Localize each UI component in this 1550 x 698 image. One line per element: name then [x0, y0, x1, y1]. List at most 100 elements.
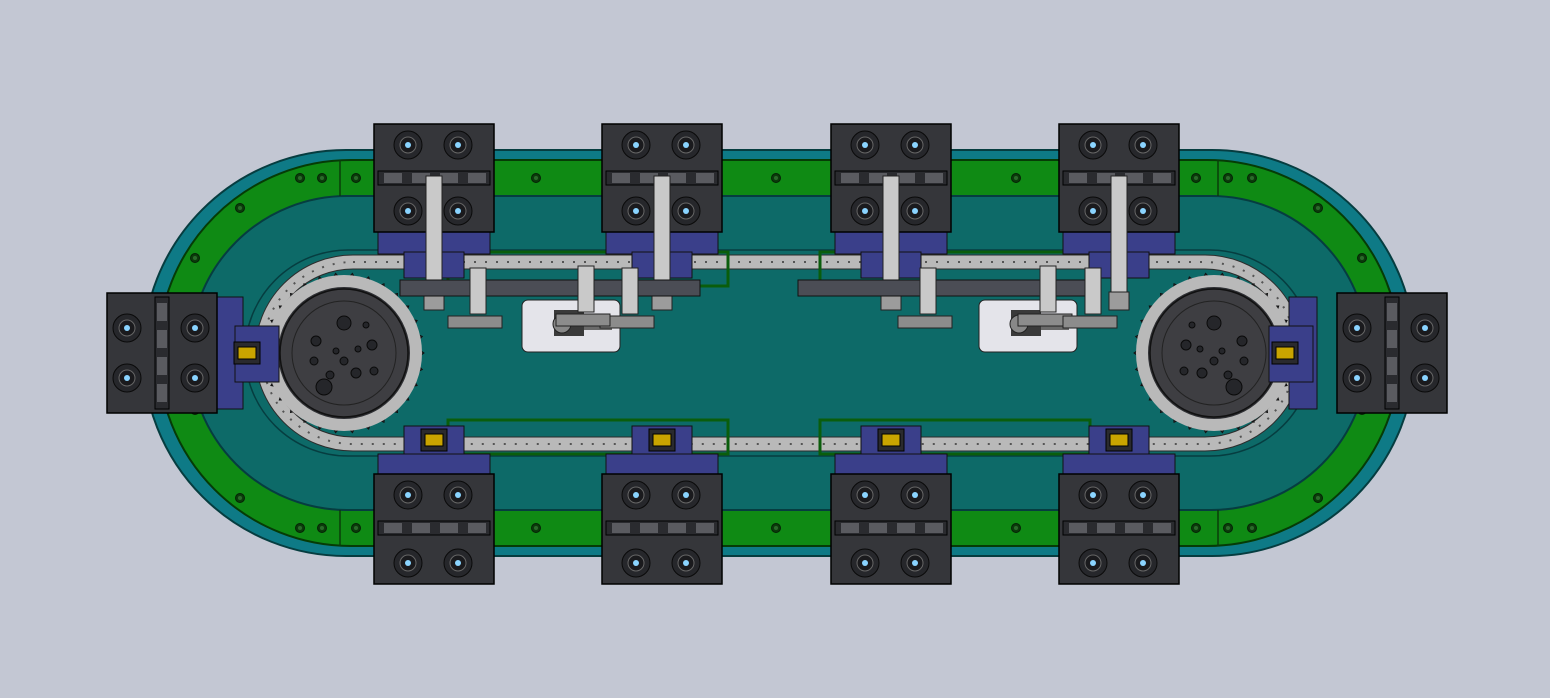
- sprocket-hole: [1236, 335, 1248, 347]
- bolt-icon-center: [353, 175, 359, 181]
- sprocket-hole: [332, 347, 340, 355]
- bracket-base: [1062, 315, 1118, 329]
- bolt-icon-center: [319, 175, 325, 181]
- slot-segment: [468, 523, 486, 533]
- roller-center: [192, 375, 198, 381]
- roller-center: [862, 560, 868, 566]
- sprocket-hole: [315, 378, 333, 396]
- sprocket-hole: [1188, 321, 1196, 329]
- sprocket-hole: [354, 345, 362, 353]
- end-slot-segment: [1387, 330, 1397, 348]
- slot-segment: [1069, 173, 1087, 183]
- roller-center: [912, 208, 918, 214]
- roller-center: [912, 492, 918, 498]
- roller-center: [124, 325, 130, 331]
- clamp-bracket: [237, 346, 257, 360]
- end-slot-segment: [1387, 303, 1397, 321]
- slot-segment: [612, 523, 630, 533]
- slot-segment: [668, 173, 686, 183]
- bolt-icon-center: [1249, 175, 1255, 181]
- sprocket-hole: [310, 335, 322, 347]
- roller-center: [1140, 560, 1146, 566]
- carriage-mount: [605, 453, 719, 475]
- roller-center: [862, 492, 868, 498]
- roller-center: [405, 560, 411, 566]
- slot-segment: [1125, 173, 1143, 183]
- bolt-icon-center: [237, 495, 243, 501]
- slot-segment: [925, 523, 943, 533]
- end-slot-segment: [1387, 384, 1397, 402]
- bracket-post: [1039, 265, 1057, 313]
- carriage-mount: [377, 453, 491, 475]
- bolt-icon-center: [1315, 205, 1321, 211]
- slot-segment: [384, 173, 402, 183]
- roller-center: [405, 142, 411, 148]
- roller-center: [1140, 142, 1146, 148]
- roller-center: [1090, 492, 1096, 498]
- roller-center: [912, 560, 918, 566]
- roller-center: [912, 142, 918, 148]
- bracket-post: [469, 267, 487, 315]
- roller-center: [1422, 375, 1428, 381]
- end-slot-segment: [157, 330, 167, 348]
- sprocket-hole: [366, 339, 378, 351]
- slot-segment: [440, 173, 458, 183]
- cross-bar-body: [399, 279, 701, 297]
- clamp-bracket: [1275, 346, 1295, 360]
- roller-center: [1090, 208, 1096, 214]
- slot-segment: [440, 523, 458, 533]
- slot-segment: [696, 523, 714, 533]
- sprocket-hole: [1206, 315, 1222, 331]
- roller-center: [683, 208, 689, 214]
- sprocket-hole: [1196, 367, 1208, 379]
- slot-segment: [696, 173, 714, 183]
- bolt-icon-center: [773, 175, 779, 181]
- roller-center: [1090, 142, 1096, 148]
- roller-center: [1090, 560, 1096, 566]
- bolt-icon-center: [773, 525, 779, 531]
- bolt-icon-center: [1359, 255, 1365, 261]
- roller-center: [683, 560, 689, 566]
- roller-center: [633, 492, 639, 498]
- slot-segment: [412, 523, 430, 533]
- slot-segment: [1097, 523, 1115, 533]
- bolt-icon-center: [297, 175, 303, 181]
- slot-segment: [841, 523, 859, 533]
- bracket-base: [447, 315, 503, 329]
- roller-center: [633, 142, 639, 148]
- slot-segment: [640, 523, 658, 533]
- sprocket-hole: [336, 315, 352, 331]
- sprocket-hole: [309, 356, 319, 366]
- sprocket-hole: [362, 321, 370, 329]
- roller-center: [455, 208, 461, 214]
- bolt-icon-center: [1225, 175, 1231, 181]
- bracket-post: [1084, 267, 1102, 315]
- slot-segment: [869, 523, 887, 533]
- end-slot-segment: [1387, 357, 1397, 375]
- roller-center: [124, 375, 130, 381]
- roller-center: [405, 492, 411, 498]
- bolt-icon-center: [1193, 175, 1199, 181]
- roller-center: [455, 492, 461, 498]
- slot-segment: [612, 173, 630, 183]
- roller-center: [862, 208, 868, 214]
- bolt-icon-center: [1193, 525, 1199, 531]
- bolt-icon-center: [533, 525, 539, 531]
- slot-segment: [384, 523, 402, 533]
- roller-center: [455, 142, 461, 148]
- sprocket-hub: [279, 288, 409, 418]
- slot-segment: [1153, 523, 1171, 533]
- bolt-icon-center: [192, 255, 198, 261]
- bracket-post: [577, 265, 595, 313]
- bolt-icon-center: [1249, 525, 1255, 531]
- roller-center: [1140, 208, 1146, 214]
- roller-center: [1354, 325, 1360, 331]
- clamp-bracket: [424, 433, 444, 447]
- bolt-icon-center: [1013, 525, 1019, 531]
- bolt-icon-center: [319, 525, 325, 531]
- slot-segment: [897, 173, 915, 183]
- roller-center: [1354, 375, 1360, 381]
- slot-segment: [841, 173, 859, 183]
- end-slot-segment: [157, 384, 167, 402]
- slot-segment: [897, 523, 915, 533]
